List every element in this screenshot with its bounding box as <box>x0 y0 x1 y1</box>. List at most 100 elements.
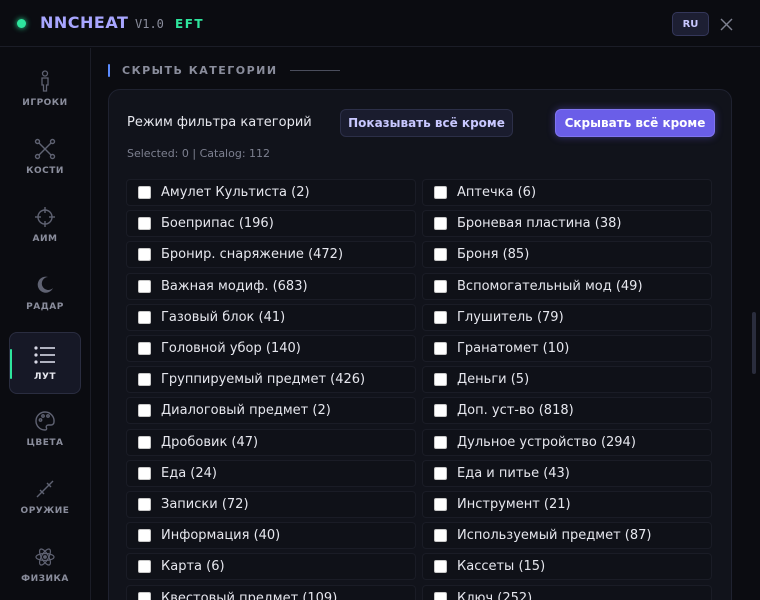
app-window: NNCHEAT V1.0 EFT RU ИГРОКИ КОСТИ АИМ РАД… <box>0 0 760 600</box>
category-item[interactable]: Инструмент (21) <box>422 491 712 518</box>
category-item[interactable]: Газовый блок (41) <box>126 303 416 331</box>
category-label: Карта (6) <box>161 559 225 575</box>
sidebar-item-radar[interactable]: РАДАР <box>9 262 81 324</box>
person-icon <box>34 70 56 92</box>
category-label: Боеприпас (196) <box>161 216 274 232</box>
category-item[interactable]: Гранатомет (10) <box>422 335 712 362</box>
sidebar-item-colors[interactable]: ЦВЕТА <box>9 398 81 460</box>
category-checkbox[interactable] <box>434 279 447 293</box>
category-item[interactable]: Амулет Культиста (2) <box>126 179 416 206</box>
show-all-except-button[interactable]: Показывать всё кроме <box>340 109 513 137</box>
category-item[interactable]: Бронир. снаряжение (472) <box>126 241 416 269</box>
category-label: Дробовик (47) <box>161 434 259 450</box>
sidebar-item-label: КОСТИ <box>26 166 64 176</box>
category-checkbox[interactable] <box>138 186 151 199</box>
status-indicator-dot <box>17 19 26 28</box>
category-checkbox[interactable] <box>138 591 151 600</box>
rifle-icon <box>34 478 56 500</box>
category-item[interactable]: Группируемый предмет (426) <box>126 366 416 394</box>
category-checkbox[interactable] <box>434 529 447 543</box>
category-item[interactable]: Еда (24) <box>126 459 416 487</box>
category-filter-panel: Режим фильтра категорий Показывать всё к… <box>108 89 732 600</box>
category-label: Головной убор (140) <box>161 341 301 356</box>
category-label: Еда и питье (43) <box>457 465 570 481</box>
category-checkbox[interactable] <box>138 404 151 418</box>
close-button[interactable] <box>716 14 736 34</box>
category-checkbox[interactable] <box>138 529 151 543</box>
category-checkbox[interactable] <box>434 310 447 324</box>
section-title: СКРЫТЬ КАТЕГОРИИ <box>122 64 278 77</box>
category-checkbox[interactable] <box>434 342 447 355</box>
list-icon <box>34 344 56 366</box>
category-item[interactable]: Ключ (252) <box>422 584 712 600</box>
category-label: Деньги (5) <box>457 372 530 388</box>
category-item[interactable]: Дульное устройство (294) <box>422 428 712 456</box>
sidebar-item-loot[interactable]: ЛУТ <box>9 332 81 394</box>
category-label: Амулет Культиста (2) <box>161 185 310 200</box>
sidebar-item-physics[interactable]: ФИЗИКА <box>9 534 81 596</box>
category-item[interactable]: Записки (72) <box>126 491 416 518</box>
category-item[interactable]: Доп. уст-во (818) <box>422 397 712 425</box>
category-item[interactable]: Важная модиф. (683) <box>126 272 416 300</box>
language-button[interactable]: RU <box>672 12 709 36</box>
category-checkbox[interactable] <box>434 186 447 199</box>
category-checkbox[interactable] <box>434 373 447 387</box>
category-checkbox[interactable] <box>434 591 447 600</box>
category-checkbox[interactable] <box>138 279 151 293</box>
palette-icon <box>34 410 56 432</box>
category-item[interactable]: Информация (40) <box>126 522 416 550</box>
category-item[interactable]: Дробовик (47) <box>126 428 416 456</box>
category-item[interactable]: Броня (85) <box>422 241 712 269</box>
category-label: Броня (85) <box>457 247 530 263</box>
category-item[interactable]: Карта (6) <box>126 553 416 581</box>
category-label: Кассеты (15) <box>457 559 546 575</box>
category-label: Квестовый предмет (109) <box>161 590 338 600</box>
category-item[interactable]: Квестовый предмет (109) <box>126 584 416 600</box>
category-checkbox[interactable] <box>434 560 447 574</box>
sidebar-item-bones[interactable]: КОСТИ <box>9 126 81 188</box>
category-item[interactable]: Используемый предмет (87) <box>422 522 712 550</box>
category-checkbox[interactable] <box>138 466 151 480</box>
category-checkbox[interactable] <box>434 498 447 511</box>
category-checkbox[interactable] <box>434 217 447 231</box>
atom-icon <box>34 546 56 568</box>
category-item[interactable]: Глушитель (79) <box>422 303 712 331</box>
hide-all-except-button[interactable]: Скрывать всё кроме <box>555 109 715 137</box>
category-item[interactable]: Вспомогательный мод (49) <box>422 272 712 300</box>
category-label: Вспомогательный мод (49) <box>457 278 643 294</box>
section-divider <box>289 70 340 71</box>
sidebar-item-label: ЛУТ <box>33 372 57 382</box>
category-item[interactable]: Диалоговый предмет (2) <box>126 397 416 425</box>
category-item[interactable]: Боеприпас (196) <box>126 210 416 238</box>
category-item[interactable]: Еда и питье (43) <box>422 459 712 487</box>
category-checkbox[interactable] <box>138 498 151 511</box>
sidebar-item-aim[interactable]: АИМ <box>9 194 81 256</box>
category-checkbox[interactable] <box>434 435 447 449</box>
crosshair-icon <box>34 206 56 228</box>
category-checkbox[interactable] <box>138 435 151 449</box>
category-item[interactable]: Головной убор (140) <box>126 335 416 362</box>
category-item[interactable]: Деньги (5) <box>422 366 712 394</box>
scrollbar-thumb[interactable] <box>752 312 756 374</box>
app-brand: NNCHEAT <box>40 13 129 32</box>
sidebar-item-weapons[interactable]: ОРУЖИЕ <box>9 466 81 528</box>
category-checkbox[interactable] <box>138 310 151 324</box>
category-checkbox[interactable] <box>434 248 447 262</box>
category-label: Важная модиф. (683) <box>161 278 308 294</box>
sidebar-item-players[interactable]: ИГРОКИ <box>9 58 81 120</box>
category-label: Гранатомет (10) <box>457 341 570 356</box>
title-bar: NNCHEAT V1.0 EFT RU <box>0 0 760 47</box>
category-checkbox[interactable] <box>138 560 151 574</box>
category-checkbox[interactable] <box>434 466 447 480</box>
category-checkbox[interactable] <box>138 342 151 355</box>
category-item[interactable]: Кассеты (15) <box>422 553 712 581</box>
category-checkbox[interactable] <box>138 248 151 262</box>
category-checkbox[interactable] <box>138 217 151 231</box>
category-label: Информация (40) <box>161 528 281 544</box>
category-label: Доп. уст-во (818) <box>457 403 574 419</box>
category-checkbox[interactable] <box>138 373 151 387</box>
category-checkbox[interactable] <box>434 404 447 418</box>
bones-icon <box>34 138 56 160</box>
category-item[interactable]: Аптечка (6) <box>422 179 712 206</box>
category-item[interactable]: Броневая пластина (38) <box>422 210 712 238</box>
